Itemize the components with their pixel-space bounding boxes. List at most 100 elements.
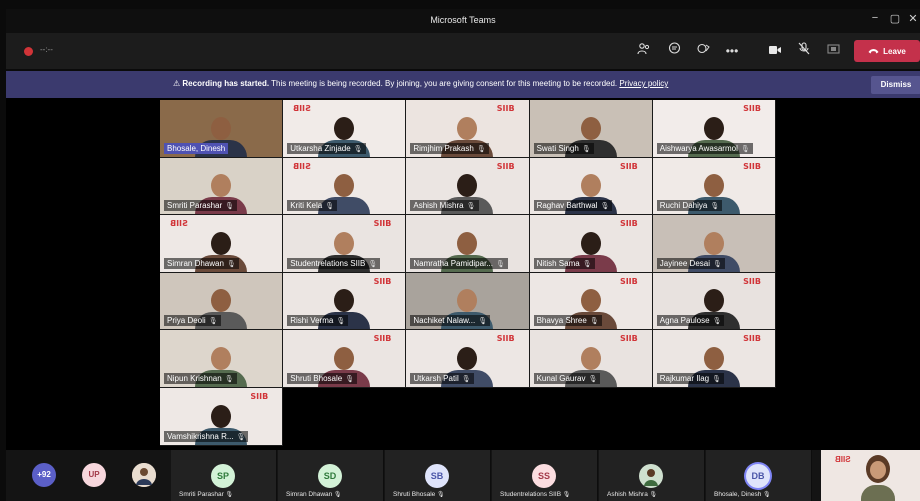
participant-name: Ruchi Dahiya 🎙: [656, 200, 723, 212]
minimize-icon[interactable]: −: [866, 12, 884, 24]
participant-name-text: Jayinee Desai: [659, 258, 710, 268]
participant-tile[interactable]: Namratha Pamidipar... 🎙: [406, 215, 530, 273]
participant-tile[interactable]: Bhosale, Dinesh: [160, 100, 284, 158]
avatar[interactable]: UP: [82, 463, 106, 487]
participant-tile[interactable]: SIIB Agna Paulose 🎙: [652, 272, 776, 331]
mic-off-icon: 🎙: [368, 260, 378, 268]
participant-tile[interactable]: SIIB Kunal Gaurav 🎙: [529, 330, 653, 388]
siib-logo: SIIB: [496, 104, 515, 113]
siib-logo: SIIB: [373, 276, 392, 286]
roster-name-text: Bhosale, Dinesh: [714, 491, 762, 498]
mic-off-icon[interactable]: [795, 42, 813, 60]
roster-participant[interactable]: Ashish Mishra 🎙: [599, 450, 705, 501]
participant-name: Rimjhim Prakash 🎙: [410, 142, 489, 154]
participant-name: Shruti Bhosale 🎙: [287, 372, 358, 384]
mic-off-icon: 🎙: [225, 203, 235, 211]
participant-tile[interactable]: SIIB Shruti Bhosale 🎙: [283, 330, 407, 388]
participant-name-text: Bhosale, Dinesh: [167, 143, 226, 153]
participant-tile[interactable]: SIIB Nitish Sama 🎙: [529, 215, 653, 273]
participant-tile[interactable]: SIIB Raghav Barthwal 🎙: [529, 157, 653, 216]
participant-tile[interactable]: SIIB Bhavya Shree 🎙: [529, 272, 653, 331]
mic-off-icon: 🎙: [435, 492, 445, 498]
mic-off-icon: 🎙: [710, 203, 720, 211]
participant-tile[interactable]: SIIB Ruchi Dahiya 🎙: [652, 157, 776, 216]
participant-tile[interactable]: Jayinee Desai 🎙: [652, 215, 776, 273]
participant-name: Priya Deoli 🎙: [164, 315, 221, 327]
participant-tile[interactable]: SIIB Vamshikrishna R... 🎙: [160, 387, 284, 446]
avatar: [639, 464, 663, 488]
participant-tile[interactable]: SIIB Rajkumar Ilag 🎙: [652, 330, 776, 388]
participant-name: Nachiket Nalaw... 🎙: [410, 315, 491, 327]
participant-tile[interactable]: SIIB Utkarsha Zinjade 🎙: [283, 100, 407, 158]
roster-participant[interactable]: DB Bhosale, Dinesh 🎙: [706, 450, 812, 501]
meeting-toolbar: --:-- ••• Leave: [6, 33, 920, 69]
mic-off-icon: 🎙: [208, 318, 218, 326]
participant-name: Nipun Krishnan 🎙: [164, 372, 237, 384]
participant-name-text: Nipun Krishnan: [167, 373, 222, 383]
participant-tile[interactable]: SIIB Simran Dhawan 🎙: [160, 215, 284, 273]
avatar: SP: [211, 464, 235, 488]
participant-tile[interactable]: Priya Deoli 🎙: [160, 272, 284, 331]
mic-off-icon: 🎙: [353, 145, 363, 153]
roster-name: Smriti Parashar 🎙: [179, 491, 233, 498]
roster-name: Simran Dhawan 🎙: [286, 491, 342, 498]
close-icon[interactable]: ✕: [904, 12, 920, 25]
privacy-policy-link[interactable]: Privacy policy: [619, 79, 668, 88]
siib-logo: SIIB: [293, 104, 311, 113]
roster-participant[interactable]: SP Smriti Parashar 🎙: [171, 450, 277, 501]
camera-icon[interactable]: [766, 42, 784, 60]
reactions-icon[interactable]: [694, 42, 712, 60]
participant-tile[interactable]: SIIB Aishwarya Awasarmol 🎙: [652, 100, 776, 158]
share-screen-icon[interactable]: [824, 42, 842, 60]
participant-tile[interactable]: Swati Singh 🎙: [529, 100, 653, 158]
participant-name: Simran Dhawan 🎙: [164, 257, 239, 269]
participant-name-text: Ashish Mishra: [413, 201, 464, 211]
siib-logo: SIIB: [619, 161, 638, 171]
participant-tile[interactable]: SIIB Ashish Mishra 🎙: [406, 157, 530, 216]
self-view-video[interactable]: SIIB: [821, 450, 920, 501]
mic-off-icon: 🎙: [582, 260, 592, 268]
mic-off-icon: 🎙: [589, 318, 599, 326]
participant-name-text: Agna Paulose: [659, 316, 710, 326]
avatar-photo-icon[interactable]: [132, 463, 156, 487]
participant-name: Vamshikrishna R... 🎙: [164, 430, 249, 442]
participant-tile[interactable]: Smriti Parashar 🎙: [160, 157, 284, 216]
mic-off-icon: 🎙: [325, 203, 335, 211]
chat-icon[interactable]: [665, 42, 683, 60]
dismiss-button[interactable]: Dismiss: [871, 76, 920, 94]
participant-tile[interactable]: Nipun Krishnan 🎙: [160, 330, 284, 388]
participant-name: Bhavya Shree 🎙: [533, 315, 602, 327]
siib-logo: SIIB: [250, 391, 269, 401]
participant-name: Rishi Verma 🎙: [287, 315, 349, 327]
mic-off-icon: 🎙: [466, 203, 476, 211]
leave-label: Leave: [883, 46, 906, 56]
participant-name-text: Ruchi Dahiya: [659, 201, 708, 211]
people-icon[interactable]: [635, 42, 653, 60]
roster-participant[interactable]: SS Studentrelations SIIB 🎙: [492, 450, 598, 501]
roster-name: Shruti Bhosale 🎙: [393, 491, 445, 498]
participant-name: Kunal Gaurav 🎙: [533, 372, 601, 384]
mic-off-icon: 🎙: [461, 375, 471, 383]
participant-name: Utkarsh Patil 🎙: [410, 372, 474, 384]
siib-logo: SIIB: [743, 276, 761, 286]
roster-name-text: Ashish Mishra: [607, 491, 648, 498]
participant-tile[interactable]: SIIB Studentrelations SIIB 🎙: [283, 215, 407, 273]
more-icon[interactable]: •••: [723, 42, 741, 60]
participant-tile[interactable]: SIIB Utkarsh Patil 🎙: [406, 330, 530, 388]
maximize-icon[interactable]: ▢: [886, 12, 904, 25]
leave-button[interactable]: Leave: [854, 40, 920, 62]
participant-name: Namratha Pamidipar... 🎙: [410, 257, 508, 269]
siib-logo: SIIB: [619, 334, 638, 344]
participant-tile[interactable]: SIIB Rishi Verma 🎙: [283, 272, 407, 331]
siib-logo: SIIB: [743, 334, 761, 344]
roster-participant[interactable]: SB Shruti Bhosale 🎙: [385, 450, 491, 501]
participant-tile[interactable]: Nachiket Nalaw... 🎙: [406, 272, 530, 331]
participant-tile[interactable]: SIIB Kriti Kela 🎙: [283, 157, 407, 216]
overflow-count[interactable]: +92: [32, 463, 56, 487]
siib-logo: SIIB: [743, 104, 761, 113]
siib-logo: SIIB: [170, 219, 188, 229]
participant-name-text: Smriti Parashar: [167, 201, 223, 211]
participant-name-text: Raghav Barthwal: [536, 201, 598, 211]
roster-participant[interactable]: SD Simran Dhawan 🎙: [278, 450, 384, 501]
participant-tile[interactable]: SIIB Rimjhim Prakash 🎙: [406, 100, 530, 158]
